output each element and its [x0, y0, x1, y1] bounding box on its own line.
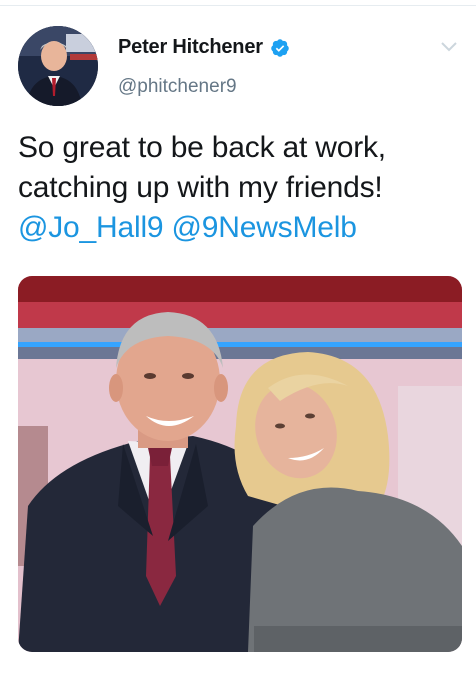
tweet-text-line-1: So great to be back at work, [18, 131, 386, 164]
tweet-mentions: @Jo_Hall9 @9NewsMelb [18, 208, 458, 248]
mention-link-9newsmelb[interactable]: @9NewsMelb [172, 211, 357, 244]
author-handle[interactable]: @phitchener9 [118, 76, 237, 98]
tweet-text: So great to be back at work, catching up… [18, 128, 458, 248]
mention-link-jo-hall[interactable]: @Jo_Hall9 [18, 211, 164, 244]
author-display-name[interactable]: Peter Hitchener [118, 36, 263, 59]
tweet-text-line-2: catching up with my friends! [18, 171, 383, 204]
author-avatar[interactable] [18, 26, 98, 106]
verified-badge-icon [270, 38, 290, 58]
author-name-row: Peter Hitchener [118, 36, 290, 59]
tweet-card: Peter Hitchener @phitchener9 So great to… [0, 6, 476, 676]
tweet-photo[interactable] [18, 276, 462, 652]
chevron-down-icon[interactable] [440, 40, 458, 52]
